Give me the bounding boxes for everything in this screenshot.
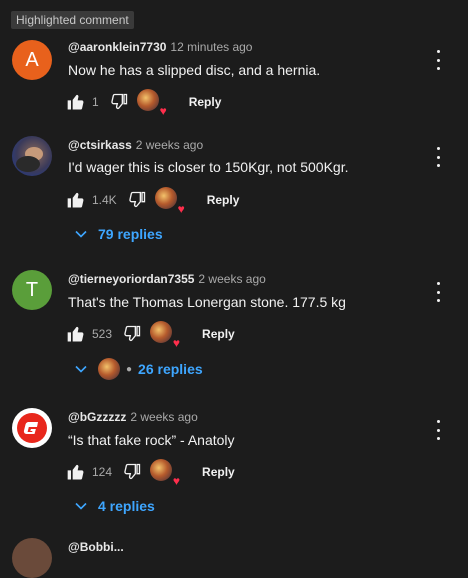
author-handle[interactable]: @tierneyoriordan7355 xyxy=(68,272,194,286)
more-options-button[interactable] xyxy=(430,419,446,441)
like-count: 1 xyxy=(92,95,99,109)
creator-avatar xyxy=(150,321,173,343)
comment-author[interactable]: @ctsirkass 2 weeks ago xyxy=(68,138,203,152)
heart-icon: ♥ xyxy=(159,104,167,118)
reply-button[interactable]: Reply xyxy=(202,465,235,479)
comment-author[interactable]: @aaronklein7730 12 minutes ago xyxy=(68,40,252,54)
thumbs-up-icon xyxy=(67,464,84,480)
like-count: 1.4K xyxy=(92,193,117,207)
comment-actions: 1 ♥ Reply xyxy=(66,89,222,117)
chevron-down-icon xyxy=(75,502,87,510)
kebab-dot xyxy=(436,164,440,167)
avatar-photo-icon xyxy=(16,147,43,172)
kebab-dot xyxy=(436,155,440,159)
like-count: 124 xyxy=(92,465,113,479)
thumbs-down-icon xyxy=(124,325,141,342)
thumbs-up-icon xyxy=(67,192,84,208)
thumbs-down-icon xyxy=(110,93,127,110)
replies-count-label: 79 replies xyxy=(98,226,163,242)
more-options-button[interactable] xyxy=(430,281,446,303)
view-replies-button[interactable]: 4 replies xyxy=(74,498,155,514)
like-count: 523 xyxy=(92,327,113,341)
heart-icon: ♥ xyxy=(172,474,181,488)
comment-time[interactable]: 12 minutes ago xyxy=(170,40,252,54)
kebab-dot xyxy=(436,420,440,423)
author-handle[interactable]: @aaronklein7730 xyxy=(68,40,166,54)
like-button[interactable] xyxy=(66,92,86,112)
kebab-dot xyxy=(436,67,440,70)
logo-g-icon xyxy=(17,413,47,443)
reply-button[interactable]: Reply xyxy=(207,193,240,207)
comment-author[interactable]: @bGzzzzz 2 weeks ago xyxy=(68,410,198,424)
kebab-dot xyxy=(436,50,440,53)
replies-count-label: 26 replies xyxy=(138,361,203,377)
more-options-button[interactable] xyxy=(430,146,446,168)
thumbs-up-icon xyxy=(67,94,84,110)
creator-heart: ♥ xyxy=(154,187,185,215)
avatar[interactable] xyxy=(12,408,52,448)
comment-author[interactable]: @tierneyoriordan7355 2 weeks ago xyxy=(68,272,266,286)
view-replies-button[interactable]: 79 replies xyxy=(74,226,163,242)
highlighted-comment-badge: Highlighted comment xyxy=(11,11,134,29)
creator-heart: ♥ xyxy=(150,459,180,487)
author-handle[interactable]: @bGzzzzz xyxy=(68,410,126,424)
comment-text: “Is that fake rock” - Anatoly xyxy=(68,432,235,448)
comment-actions: 1.4K ♥ Reply xyxy=(66,187,240,215)
kebab-dot xyxy=(436,299,440,302)
thumbs-down-icon xyxy=(124,463,141,480)
chevron-down-icon xyxy=(75,230,87,238)
avatar[interactable]: T xyxy=(12,270,52,310)
avatar[interactable]: A xyxy=(12,40,52,80)
dislike-button[interactable] xyxy=(122,462,142,482)
creator-avatar xyxy=(98,358,120,380)
separator-dot: ● xyxy=(126,363,133,375)
like-button[interactable] xyxy=(66,462,86,482)
avatar[interactable] xyxy=(12,538,52,578)
kebab-dot xyxy=(436,58,440,62)
comment-text: That's the Thomas Lonergan stone. 177.5 … xyxy=(68,294,346,310)
creator-avatar xyxy=(136,89,159,111)
like-button[interactable] xyxy=(66,190,86,210)
kebab-dot xyxy=(436,147,440,150)
kebab-dot xyxy=(436,282,440,285)
creator-avatar xyxy=(150,459,173,481)
avatar-letter: A xyxy=(25,48,39,71)
replies-count-label: 4 replies xyxy=(98,498,155,514)
avatar[interactable] xyxy=(12,136,52,176)
view-replies-button[interactable]: ● 26 replies xyxy=(74,358,203,380)
comment-time[interactable]: 2 weeks ago xyxy=(130,410,197,424)
author-handle[interactable]: @ctsirkass xyxy=(68,138,132,152)
comment-text: Now he has a slipped disc, and a hernia. xyxy=(68,62,321,78)
heart-icon: ♥ xyxy=(172,336,181,350)
thumbs-down-icon xyxy=(128,191,145,208)
chevron-down-icon xyxy=(75,365,87,373)
creator-heart: ♥ xyxy=(150,321,180,349)
reply-button[interactable]: Reply xyxy=(189,95,222,109)
kebab-dot xyxy=(436,290,440,294)
dislike-button[interactable] xyxy=(109,92,129,112)
creator-avatar xyxy=(154,187,177,209)
creator-heart: ♥ xyxy=(136,89,167,117)
reply-button[interactable]: Reply xyxy=(202,327,235,341)
comment-time[interactable]: 2 weeks ago xyxy=(198,272,265,286)
comment-actions: 523 ♥ Reply xyxy=(66,321,235,349)
comment-actions: 124 ♥ Reply xyxy=(66,459,235,487)
kebab-dot xyxy=(436,437,440,440)
avatar-letter: T xyxy=(25,278,39,301)
thumbs-up-icon xyxy=(67,326,84,342)
kebab-dot xyxy=(436,428,440,432)
more-options-button[interactable] xyxy=(430,49,446,71)
dislike-button[interactable] xyxy=(127,190,147,210)
comment-text: I'd wager this is closer to 150Kgr, not … xyxy=(68,159,349,175)
heart-icon: ♥ xyxy=(177,202,185,216)
comment-time[interactable]: 2 weeks ago xyxy=(136,138,203,152)
like-button[interactable] xyxy=(66,324,86,344)
author-handle[interactable]: @Bobbi... xyxy=(68,540,124,554)
dislike-button[interactable] xyxy=(122,324,142,344)
